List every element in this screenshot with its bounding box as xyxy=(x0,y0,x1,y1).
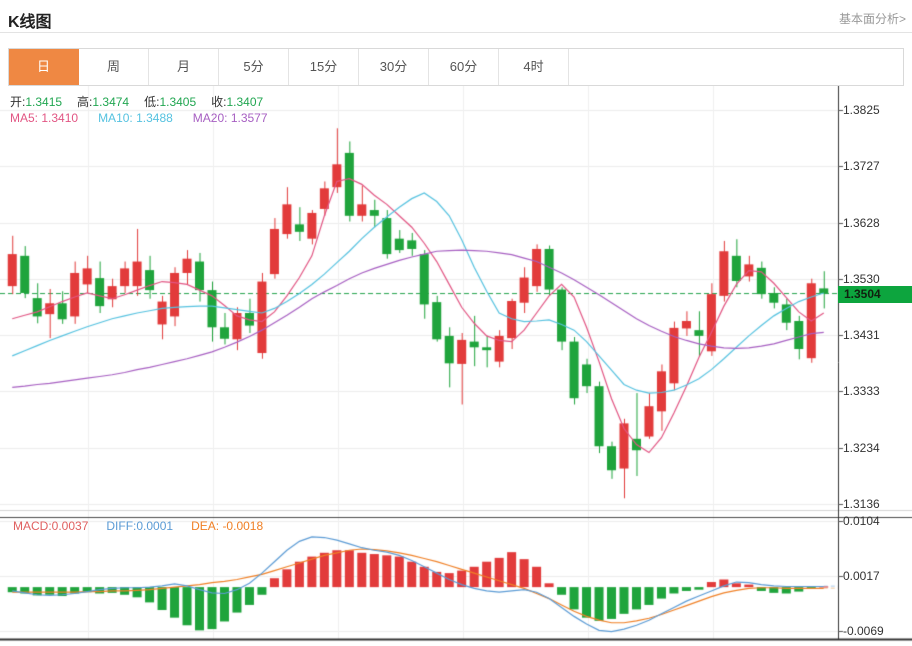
ma20-label: MA20: xyxy=(193,111,228,125)
page-title: K线图 xyxy=(0,0,52,32)
ohlc-info-bar: 开:1.3415 高:1.3474 低:1.3405 收:1.3407 xyxy=(10,93,278,110)
ma10-value: 1.3488 xyxy=(136,111,173,125)
ma5-label: MA5: xyxy=(10,111,38,125)
ma10-label: MA10: xyxy=(98,111,133,125)
high-label: 高: xyxy=(77,95,92,109)
chart-area: 开:1.3415 高:1.3474 低:1.3405 收:1.3407 MA5: 1.… xyxy=(0,86,912,644)
kline-canvas[interactable] xyxy=(0,86,912,644)
close-label: 收: xyxy=(211,95,226,109)
high-value: 1.3474 xyxy=(92,95,129,109)
open-label: 开: xyxy=(10,95,25,109)
macd-info-bar: MACD:0.0037 DIFF:0.0001 DEA: -0.0018 xyxy=(13,519,263,533)
tab-5min[interactable]: 5分 xyxy=(219,49,289,85)
y-axis-label-price-6: 1.3234 xyxy=(843,441,880,455)
period-tabs: 日周月5分15分30分60分4时 xyxy=(8,48,904,86)
y-axis-label-macd-0: 0.0104 xyxy=(843,514,880,528)
ma20-value: 1.3577 xyxy=(231,111,268,125)
close-value: 1.3407 xyxy=(226,95,263,109)
tab-day[interactable]: 日 xyxy=(9,49,79,85)
ma5-value: 1.3410 xyxy=(41,111,78,125)
tab-30min[interactable]: 30分 xyxy=(359,49,429,85)
y-axis-label-price-7: 1.3136 xyxy=(843,497,880,511)
diff-value: 0.0001 xyxy=(136,519,173,533)
y-axis-label-price-2: 1.3628 xyxy=(843,216,880,230)
macd-value: 0.0037 xyxy=(52,519,89,533)
diff-label: DIFF: xyxy=(106,519,136,533)
y-axis-label-price-0: 1.3825 xyxy=(843,103,880,117)
tab-15min[interactable]: 15分 xyxy=(289,49,359,85)
tab-60min[interactable]: 60分 xyxy=(429,49,499,85)
y-axis-label-macd-1: 0.0017 xyxy=(843,569,880,583)
ma-info-bar: MA5: 1.3410 MA10: 1.3488 MA20: 1.3577 xyxy=(10,111,268,125)
y-axis-label-price-4: 1.3431 xyxy=(843,328,880,342)
current-price-tag: 1.3504 xyxy=(838,286,912,303)
y-axis-label-macd-2: -0.0069 xyxy=(843,624,884,638)
fundamental-analysis-link[interactable]: 基本面分析> xyxy=(839,10,906,27)
tab-month[interactable]: 月 xyxy=(149,49,219,85)
low-value: 1.3405 xyxy=(159,95,196,109)
open-value: 1.3415 xyxy=(25,95,62,109)
y-axis-label-price-1: 1.3727 xyxy=(843,159,880,173)
page-header: K线图 基本面分析> xyxy=(0,0,912,33)
y-axis-label-price-5: 1.3333 xyxy=(843,384,880,398)
y-axis-label-price-3: 1.3530 xyxy=(843,272,880,286)
tab-week[interactable]: 周 xyxy=(79,49,149,85)
tab-4hour[interactable]: 4时 xyxy=(499,49,569,85)
dea-label: DEA: xyxy=(191,519,219,533)
low-label: 低: xyxy=(144,95,159,109)
macd-label: MACD: xyxy=(13,519,52,533)
dea-value: -0.0018 xyxy=(222,519,263,533)
